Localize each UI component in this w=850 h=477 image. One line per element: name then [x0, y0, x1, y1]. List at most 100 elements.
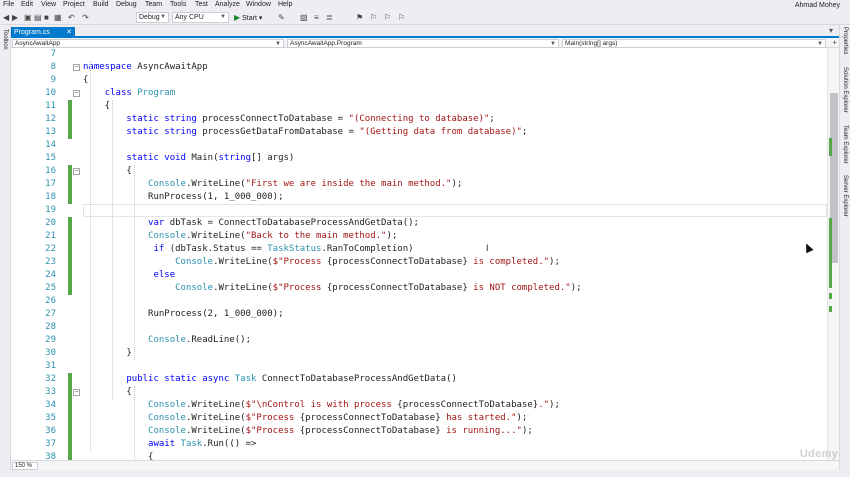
code-token: {processConnectToDatabase} — [326, 257, 468, 267]
project-value: AsyncAwaitApp — [15, 40, 61, 47]
code-line: Console.WriteLine($"Process {processConn… — [83, 412, 527, 425]
code-token: is completed." — [467, 257, 550, 267]
editor-bottom-bar: 150 % — [11, 460, 839, 470]
menu-help[interactable]: Help — [278, 0, 292, 9]
configuration-select[interactable]: Debug ▼ — [136, 12, 169, 23]
code-token: public static async — [126, 374, 235, 384]
toolbox-tab[interactable]: Toolbox — [2, 29, 8, 50]
collapse-icon[interactable]: − — [73, 64, 80, 71]
new-project-icon[interactable]: ▣ — [24, 13, 32, 22]
watermark-logo: Udemy — [799, 448, 838, 460]
line-number-gutter: 7 8 9 10 11 12 13 14 15 16 17 18 19 20 21 22 23 24 25 26 27 2… — [11, 48, 56, 460]
menu-tools[interactable]: Tools — [170, 0, 186, 9]
change-indicator — [68, 113, 72, 126]
code-token: if — [153, 244, 170, 254]
prev-bookmark-icon[interactable]: ⚐ — [370, 13, 377, 22]
undo-icon[interactable]: ↶ — [68, 13, 75, 22]
collapse-icon[interactable]: − — [73, 90, 80, 97]
code-token: "First we are inside the main method." — [245, 179, 452, 189]
clear-bookmarks-icon[interactable]: ⚐ — [398, 13, 405, 22]
line-number: 14 — [45, 140, 56, 150]
member-dropdown[interactable]: Main(string[] args) ▼ — [562, 39, 826, 48]
code-token: .WriteLine( — [213, 257, 273, 267]
solution-explorer-tab[interactable]: Solution Explorer — [842, 67, 848, 113]
chevron-down-icon: ▼ — [220, 14, 226, 20]
open-file-icon[interactable]: ▤ — [34, 13, 42, 22]
menu-debug[interactable]: Debug — [116, 0, 137, 9]
code-token: $"Process — [272, 257, 327, 267]
vertical-scrollbar[interactable] — [827, 48, 839, 460]
tab-overflow-icon[interactable]: ▾ — [829, 26, 833, 35]
line-number: 36 — [45, 426, 56, 436]
change-indicator — [68, 100, 72, 113]
menu-analyze[interactable]: Analyze — [215, 0, 240, 9]
line-number: 8 — [50, 62, 56, 72]
line-number: 16 — [45, 166, 56, 176]
code-line: static string processGetDataFromDatabase… — [83, 126, 527, 139]
comment-icon[interactable]: ≡ — [314, 13, 319, 22]
redo-icon[interactable]: ↷ — [82, 13, 89, 22]
code-token: ); — [549, 257, 560, 267]
user-account-name[interactable]: Ahmad Mohey — [795, 1, 840, 10]
code-token: processGetDataFromDatabase = — [202, 127, 360, 137]
bookmark-icon[interactable]: ▧ — [300, 13, 308, 22]
chevron-down-icon: ▼ — [275, 41, 281, 47]
change-marker — [829, 138, 832, 156]
menu-bar: File Edit View Project Build Debug Team … — [0, 0, 850, 10]
menu-test[interactable]: Test — [195, 0, 208, 9]
close-icon[interactable]: ✕ — [66, 27, 72, 38]
code-token: Console — [148, 179, 186, 189]
code-line: static string processConnectToDatabase =… — [83, 113, 494, 126]
code-token: Console — [148, 400, 186, 410]
menu-edit[interactable]: Edit — [21, 0, 33, 9]
line-number: 21 — [45, 231, 56, 241]
change-marker — [829, 218, 832, 288]
tab-label: Program.cs — [14, 29, 50, 36]
code-line: { — [83, 451, 153, 460]
code-token: Console — [148, 335, 186, 345]
properties-tab[interactable]: Properties — [842, 27, 848, 54]
collapse-icon[interactable]: − — [73, 168, 80, 175]
save-all-icon[interactable]: ▦ — [54, 13, 62, 22]
code-token: TaskStatus — [267, 244, 322, 254]
find-icon[interactable]: ✎ — [278, 13, 285, 22]
type-dropdown[interactable]: AsyncAwaitApp.Program ▼ — [287, 39, 559, 48]
toggle-bookmark-icon[interactable]: ⚑ — [356, 13, 363, 22]
line-number: 24 — [45, 270, 56, 280]
uncomment-icon[interactable]: ≣ — [326, 13, 333, 22]
zoom-select[interactable]: 150 % — [12, 462, 38, 470]
code-token: Console — [175, 283, 214, 293]
menu-build[interactable]: Build — [93, 0, 109, 9]
code-line: RunProcess(1, 1_000_000); — [83, 191, 283, 204]
code-token: ); — [521, 426, 533, 436]
code-token: {processConnectToDatabase} — [299, 413, 441, 423]
right-dock: Properties Solution Explorer Team Explor… — [839, 25, 850, 477]
menu-view[interactable]: View — [41, 0, 56, 9]
forward-icon[interactable]: ▶ — [12, 13, 18, 22]
menu-file[interactable]: File — [3, 0, 14, 9]
code-line: Console.WriteLine($"Process {processConn… — [83, 256, 560, 269]
team-explorer-tab[interactable]: Team Explorer — [842, 125, 848, 164]
save-icon[interactable]: ■ — [44, 13, 49, 22]
code-token: namespace — [83, 62, 138, 72]
split-window-icon[interactable]: + — [832, 38, 837, 47]
code-editor[interactable]: 7 8 9 10 11 12 13 14 15 16 17 18 19 20 21 22 23 24 25 26 27 2… — [11, 48, 827, 460]
back-icon[interactable]: ◀ — [3, 13, 9, 22]
tab-program-cs[interactable]: Program.cs ✕ — [11, 27, 75, 38]
code-token: {processConnectToDatabase} — [397, 400, 539, 410]
platform-select[interactable]: Any CPU ▼ — [172, 12, 229, 23]
menu-project[interactable]: Project — [63, 0, 85, 9]
change-indicator — [68, 399, 72, 412]
server-explorer-tab[interactable]: Server Explorer — [842, 175, 848, 217]
code-token: Console — [148, 426, 186, 436]
project-dropdown[interactable]: AsyncAwaitApp ▼ — [12, 39, 284, 48]
start-debugging-button[interactable]: ▶ Start ▾ — [234, 12, 262, 24]
menu-window[interactable]: Window — [246, 0, 271, 9]
menu-team[interactable]: Team — [145, 0, 162, 9]
change-indicator — [68, 217, 72, 230]
collapse-icon[interactable]: − — [73, 389, 80, 396]
next-bookmark-icon[interactable]: ⚐ — [384, 13, 391, 22]
